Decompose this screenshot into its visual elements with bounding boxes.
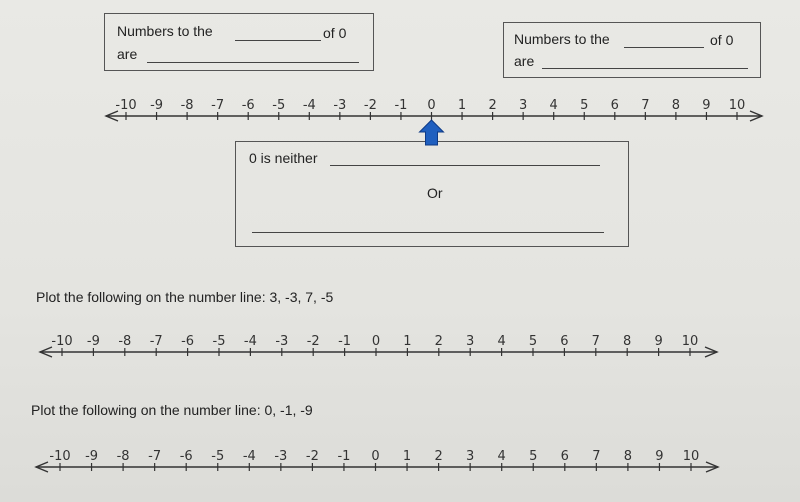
tick-label: 8 [623, 334, 631, 349]
tick-label: -8 [117, 449, 130, 464]
tick-label: 8 [624, 449, 632, 464]
tick-label: -3 [274, 449, 287, 464]
tick-label: 1 [403, 449, 411, 464]
tick-label: -5 [211, 449, 224, 464]
tick-label: -1 [338, 334, 351, 349]
tick-label: -1 [337, 449, 350, 464]
tick-label: -10 [51, 334, 72, 349]
tick-label: 4 [498, 449, 506, 464]
tick-label: 2 [435, 334, 443, 349]
tick-label: 7 [641, 98, 649, 113]
tick-label: -6 [180, 449, 193, 464]
tick-label: 6 [561, 449, 569, 464]
tick-label: -8 [181, 98, 194, 113]
tick-label: 2 [434, 449, 442, 464]
tick-label: -7 [211, 98, 224, 113]
tick-label: 4 [550, 98, 558, 113]
number-line-third[interactable]: -10 -9 -8 -7 -6 -5 -4 -3 -2 -1 0 1 2 3 4 5 6 7 8 9 10 [34, 449, 720, 473]
tick-label: 5 [529, 334, 537, 349]
tick-label: 5 [580, 98, 588, 113]
tick-label: 0 [372, 334, 380, 349]
tick-label: -10 [115, 98, 136, 113]
tick-label: -3 [275, 334, 288, 349]
tick-label: -4 [303, 98, 316, 113]
tick-label: -6 [181, 334, 194, 349]
tick-label: 10 [683, 449, 700, 464]
tick-label: 3 [466, 334, 474, 349]
tick-label: 3 [466, 449, 474, 464]
tick-label: -5 [272, 98, 285, 113]
plot-prompt-2: Plot the following on the number line: 0… [31, 402, 313, 418]
tick-label: 0 [371, 449, 379, 464]
plot-prompt-1: Plot the following on the number line: 3… [36, 289, 334, 305]
tick-label: 6 [560, 334, 568, 349]
tick-label: -8 [118, 334, 131, 349]
tick-label: -9 [150, 98, 163, 113]
tick-label: 9 [654, 334, 662, 349]
tick-label: 9 [655, 449, 663, 464]
tick-label: 3 [519, 98, 527, 113]
tick-label: -5 [213, 334, 226, 349]
tick-label: 1 [403, 334, 411, 349]
number-line-second[interactable]: -10 -9 -8 -7 -6 -5 -4 -3 -2 -1 0 1 2 3 4 5 6 7 8 9 10 [38, 334, 719, 358]
tick-label: -3 [333, 98, 346, 113]
tick-label: 10 [729, 98, 746, 113]
tick-label: 10 [682, 334, 699, 349]
tick-label: -7 [148, 449, 161, 464]
tick-label: -9 [87, 334, 100, 349]
tick-label: -9 [85, 449, 98, 464]
tick-label: 6 [611, 98, 619, 113]
tick-label: -4 [244, 334, 257, 349]
tick-label: -4 [243, 449, 256, 464]
number-line-top[interactable]: -10 -9 -8 -7 -6 -5 -4 -3 -2 -1 0 1 2 3 4 5 6 7 8 9 10 [104, 98, 764, 122]
tick-label: 9 [702, 98, 710, 113]
tick-label: 4 [497, 334, 505, 349]
number-lines-svg: -10 -9 -8 -7 -6 -5 -4 -3 -2 -1 0 1 2 3 4 5 6 7 8 9 10-10 -9 -8… [34, 98, 764, 473]
tick-label: -10 [49, 449, 70, 464]
tick-label: 7 [592, 449, 600, 464]
tick-label: -2 [364, 98, 377, 113]
tick-label: 8 [672, 98, 680, 113]
tick-label: -6 [242, 98, 255, 113]
worksheet-page: Numbers to the of 0 are Numbers to the o… [0, 0, 800, 502]
tick-label: -2 [306, 449, 319, 464]
tick-label: 7 [592, 334, 600, 349]
tick-label: 0 [427, 98, 435, 113]
tick-label: -2 [307, 334, 320, 349]
tick-label: 5 [529, 449, 537, 464]
tick-label: -1 [394, 98, 407, 113]
tick-label: 2 [488, 98, 496, 113]
tick-label: 1 [458, 98, 466, 113]
up-arrow-icon [418, 119, 445, 146]
tick-label: -7 [150, 334, 163, 349]
